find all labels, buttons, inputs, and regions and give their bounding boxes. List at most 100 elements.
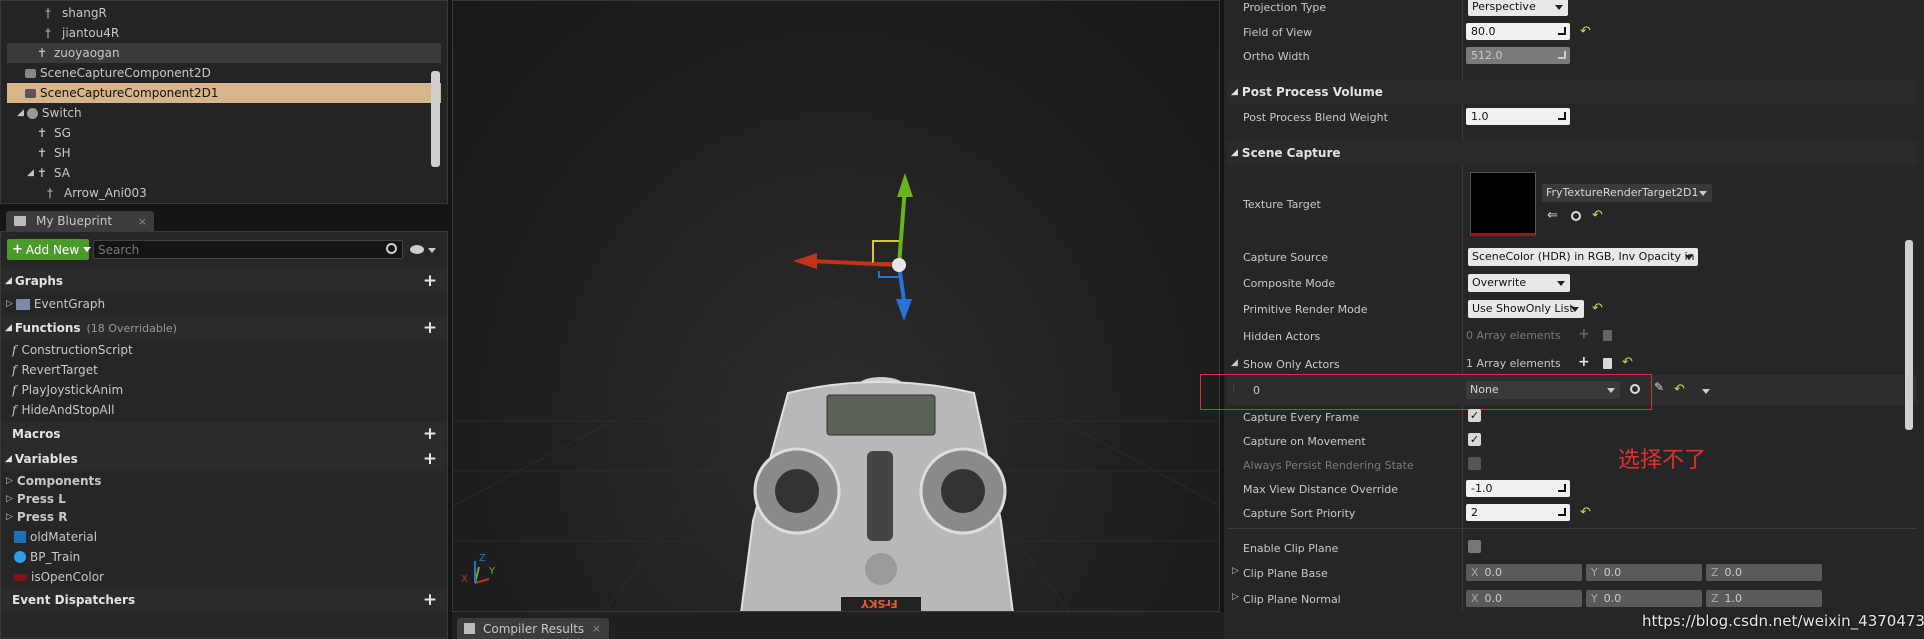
drag-handle-icon xyxy=(1558,484,1566,492)
reset-to-default-icon[interactable]: ↶ xyxy=(1592,209,1603,222)
collapse-arrow-icon[interactable]: ◢ xyxy=(27,168,34,178)
add-new-button[interactable]: + Add New xyxy=(7,239,92,260)
close-tab-icon[interactable]: × xyxy=(138,216,147,227)
remote-controller-model[interactable] xyxy=(740,377,1014,612)
collapse-arrow-icon[interactable]: ◢ xyxy=(1231,359,1238,368)
blend-weight-input[interactable]: 1.0 xyxy=(1466,108,1570,125)
eye-icon[interactable] xyxy=(410,245,424,254)
search-icon[interactable] xyxy=(386,243,397,254)
tree-item-sa[interactable]: ◢ ✝ SA xyxy=(27,163,441,183)
tree-item-jiantou4r[interactable]: † jiantou4R xyxy=(45,23,441,43)
viewport[interactable]: FrSKY X Y Z xyxy=(452,0,1220,612)
clip-normal-z-input[interactable]: Z 1.0 xyxy=(1706,590,1822,607)
function-label: PlayJoystickAnim xyxy=(21,383,124,397)
blend-weight-value: 1.0 xyxy=(1471,110,1489,123)
skeletal-mesh-icon: ✝ xyxy=(37,45,48,60)
reset-to-default-icon[interactable]: ↶ xyxy=(1674,383,1685,396)
axis-x-label: X xyxy=(1471,592,1479,605)
always-persist-checkbox[interactable] xyxy=(1468,457,1481,470)
add-variable-icon[interactable]: + xyxy=(422,451,438,468)
function-label: RevertTarget xyxy=(21,363,98,377)
expand-arrow-icon[interactable]: ▷ xyxy=(1232,593,1239,602)
add-graph-icon[interactable]: + xyxy=(422,273,438,290)
reset-to-default-icon[interactable]: ↶ xyxy=(1580,506,1591,519)
projection-type-dropdown[interactable]: Perspective xyxy=(1468,0,1568,16)
tree-item-sg[interactable]: ✝ SG xyxy=(37,123,441,143)
functions-header[interactable]: ◢ Functions (18 Overridable) + xyxy=(2,316,446,340)
tree-item-switch[interactable]: ◢ Switch xyxy=(17,103,441,123)
outliner-scrollbar[interactable] xyxy=(431,71,440,167)
highlight-box xyxy=(1200,374,1652,410)
skeletal-bone-icon: † xyxy=(45,5,51,20)
chevron-down-icon[interactable] xyxy=(1702,389,1710,394)
variables-header[interactable]: ◢ Variables + xyxy=(2,447,446,471)
reset-to-default-icon[interactable]: ↶ xyxy=(1592,302,1603,315)
trash-icon[interactable] xyxy=(1603,358,1612,369)
transform-gizmo[interactable] xyxy=(793,173,913,321)
reset-to-default-icon[interactable]: ↶ xyxy=(1580,25,1591,38)
add-dispatcher-icon[interactable]: + xyxy=(422,592,438,609)
tree-item-shangr[interactable]: † shangR xyxy=(45,3,441,23)
graphs-header[interactable]: ◢ Graphs + xyxy=(2,269,446,293)
primitive-render-mode-dropdown[interactable]: Use ShowOnly List xyxy=(1468,300,1584,318)
eyedropper-icon[interactable]: ✎ xyxy=(1654,381,1664,393)
expand-arrow-icon[interactable]: ▷ xyxy=(1232,567,1239,576)
texture-target-dropdown[interactable]: FryTextureRenderTarget2D1 xyxy=(1542,184,1712,202)
tree-item-zuoyaogan[interactable]: ✝ zuoyaogan xyxy=(7,43,441,63)
expand-arrow-icon: ▷ xyxy=(6,298,13,309)
capture-source-dropdown[interactable]: SceneColor (HDR) in RGB, Inv Opacity in … xyxy=(1468,248,1698,266)
chevron-down-icon xyxy=(1557,281,1565,286)
capture-every-frame-label: Capture Every Frame xyxy=(1243,411,1360,424)
clip-normal-y-input[interactable]: Y 0.0 xyxy=(1586,590,1702,607)
event-graph-icon xyxy=(15,298,30,310)
trash-icon[interactable] xyxy=(1603,330,1612,341)
event-dispatchers-header[interactable]: Event Dispatchers + xyxy=(2,588,446,612)
max-view-distance-input[interactable]: -1.0 xyxy=(1466,480,1570,497)
tree-item-sh[interactable]: ✝ SH xyxy=(37,143,441,163)
close-tab-icon[interactable]: × xyxy=(592,623,601,634)
texture-thumbnail[interactable] xyxy=(1470,172,1536,236)
clip-normal-x-input[interactable]: X 0.0 xyxy=(1466,590,1582,607)
show-only-actors-label: Show Only Actors xyxy=(1243,358,1340,371)
add-function-icon[interactable]: + xyxy=(422,320,438,337)
post-process-section-header[interactable]: ◢ Post Process Volume xyxy=(1227,80,1917,104)
scene-capture-section-header[interactable]: ◢ Scene Capture xyxy=(1227,141,1917,165)
add-macro-icon[interactable]: + xyxy=(422,426,438,443)
clip-base-z-input[interactable]: Z 0.0 xyxy=(1706,564,1822,581)
reset-to-default-icon[interactable]: ↶ xyxy=(1622,356,1633,369)
clip-base-y-input[interactable]: Y 0.0 xyxy=(1586,564,1702,581)
object-variable-icon xyxy=(14,531,26,543)
ortho-width-label: Ortho Width xyxy=(1243,50,1310,63)
variable-category-label: Press L xyxy=(16,492,66,506)
watermark-text: https://blog.csdn.net/weixin_43704737 xyxy=(1642,612,1924,630)
composite-mode-dropdown[interactable]: Overwrite xyxy=(1468,274,1570,292)
clip-base-x-input[interactable]: X 0.0 xyxy=(1466,564,1582,581)
book-icon xyxy=(14,216,26,226)
field-of-view-input[interactable]: 80.0 xyxy=(1466,23,1570,40)
collapse-arrow-icon[interactable]: ◢ xyxy=(17,108,24,118)
add-element-icon[interactable]: + xyxy=(1578,327,1590,341)
compiler-results-tab[interactable]: Compiler Results × xyxy=(457,618,609,639)
search-input[interactable]: Search xyxy=(93,240,403,259)
details-scrollbar[interactable] xyxy=(1905,240,1913,430)
use-selected-arrow-icon[interactable]: ⇐ xyxy=(1547,209,1558,222)
my-blueprint-tab[interactable]: My Blueprint × xyxy=(6,211,154,231)
capture-sort-priority-value: 2 xyxy=(1471,506,1478,519)
tree-item-label: SH xyxy=(54,146,71,160)
tree-item-scenecapture2d1[interactable]: SceneCaptureComponent2D1 xyxy=(7,83,441,103)
capture-every-frame-checkbox[interactable]: ✓ xyxy=(1468,409,1481,422)
tree-item-scenecapture2d[interactable]: SceneCaptureComponent2D xyxy=(25,63,441,83)
macros-header[interactable]: Macros + xyxy=(2,422,446,446)
add-element-icon[interactable]: + xyxy=(1578,355,1590,369)
axis-y-label: Y xyxy=(489,566,496,577)
composite-mode-label: Composite Mode xyxy=(1243,277,1336,290)
tree-item-arrow-ani003[interactable]: † Arrow_Ani003 xyxy=(47,183,441,203)
camera-icon xyxy=(25,68,36,78)
axis-z-label: Z xyxy=(1711,592,1719,605)
capture-on-movement-checkbox[interactable]: ✓ xyxy=(1468,433,1481,446)
enable-clip-plane-checkbox[interactable] xyxy=(1468,540,1481,553)
chevron-down-icon[interactable] xyxy=(428,248,436,253)
browse-search-icon[interactable] xyxy=(1571,211,1581,221)
capture-sort-priority-input[interactable]: 2 xyxy=(1466,504,1570,521)
ortho-width-input[interactable]: 512.0 xyxy=(1466,47,1570,64)
